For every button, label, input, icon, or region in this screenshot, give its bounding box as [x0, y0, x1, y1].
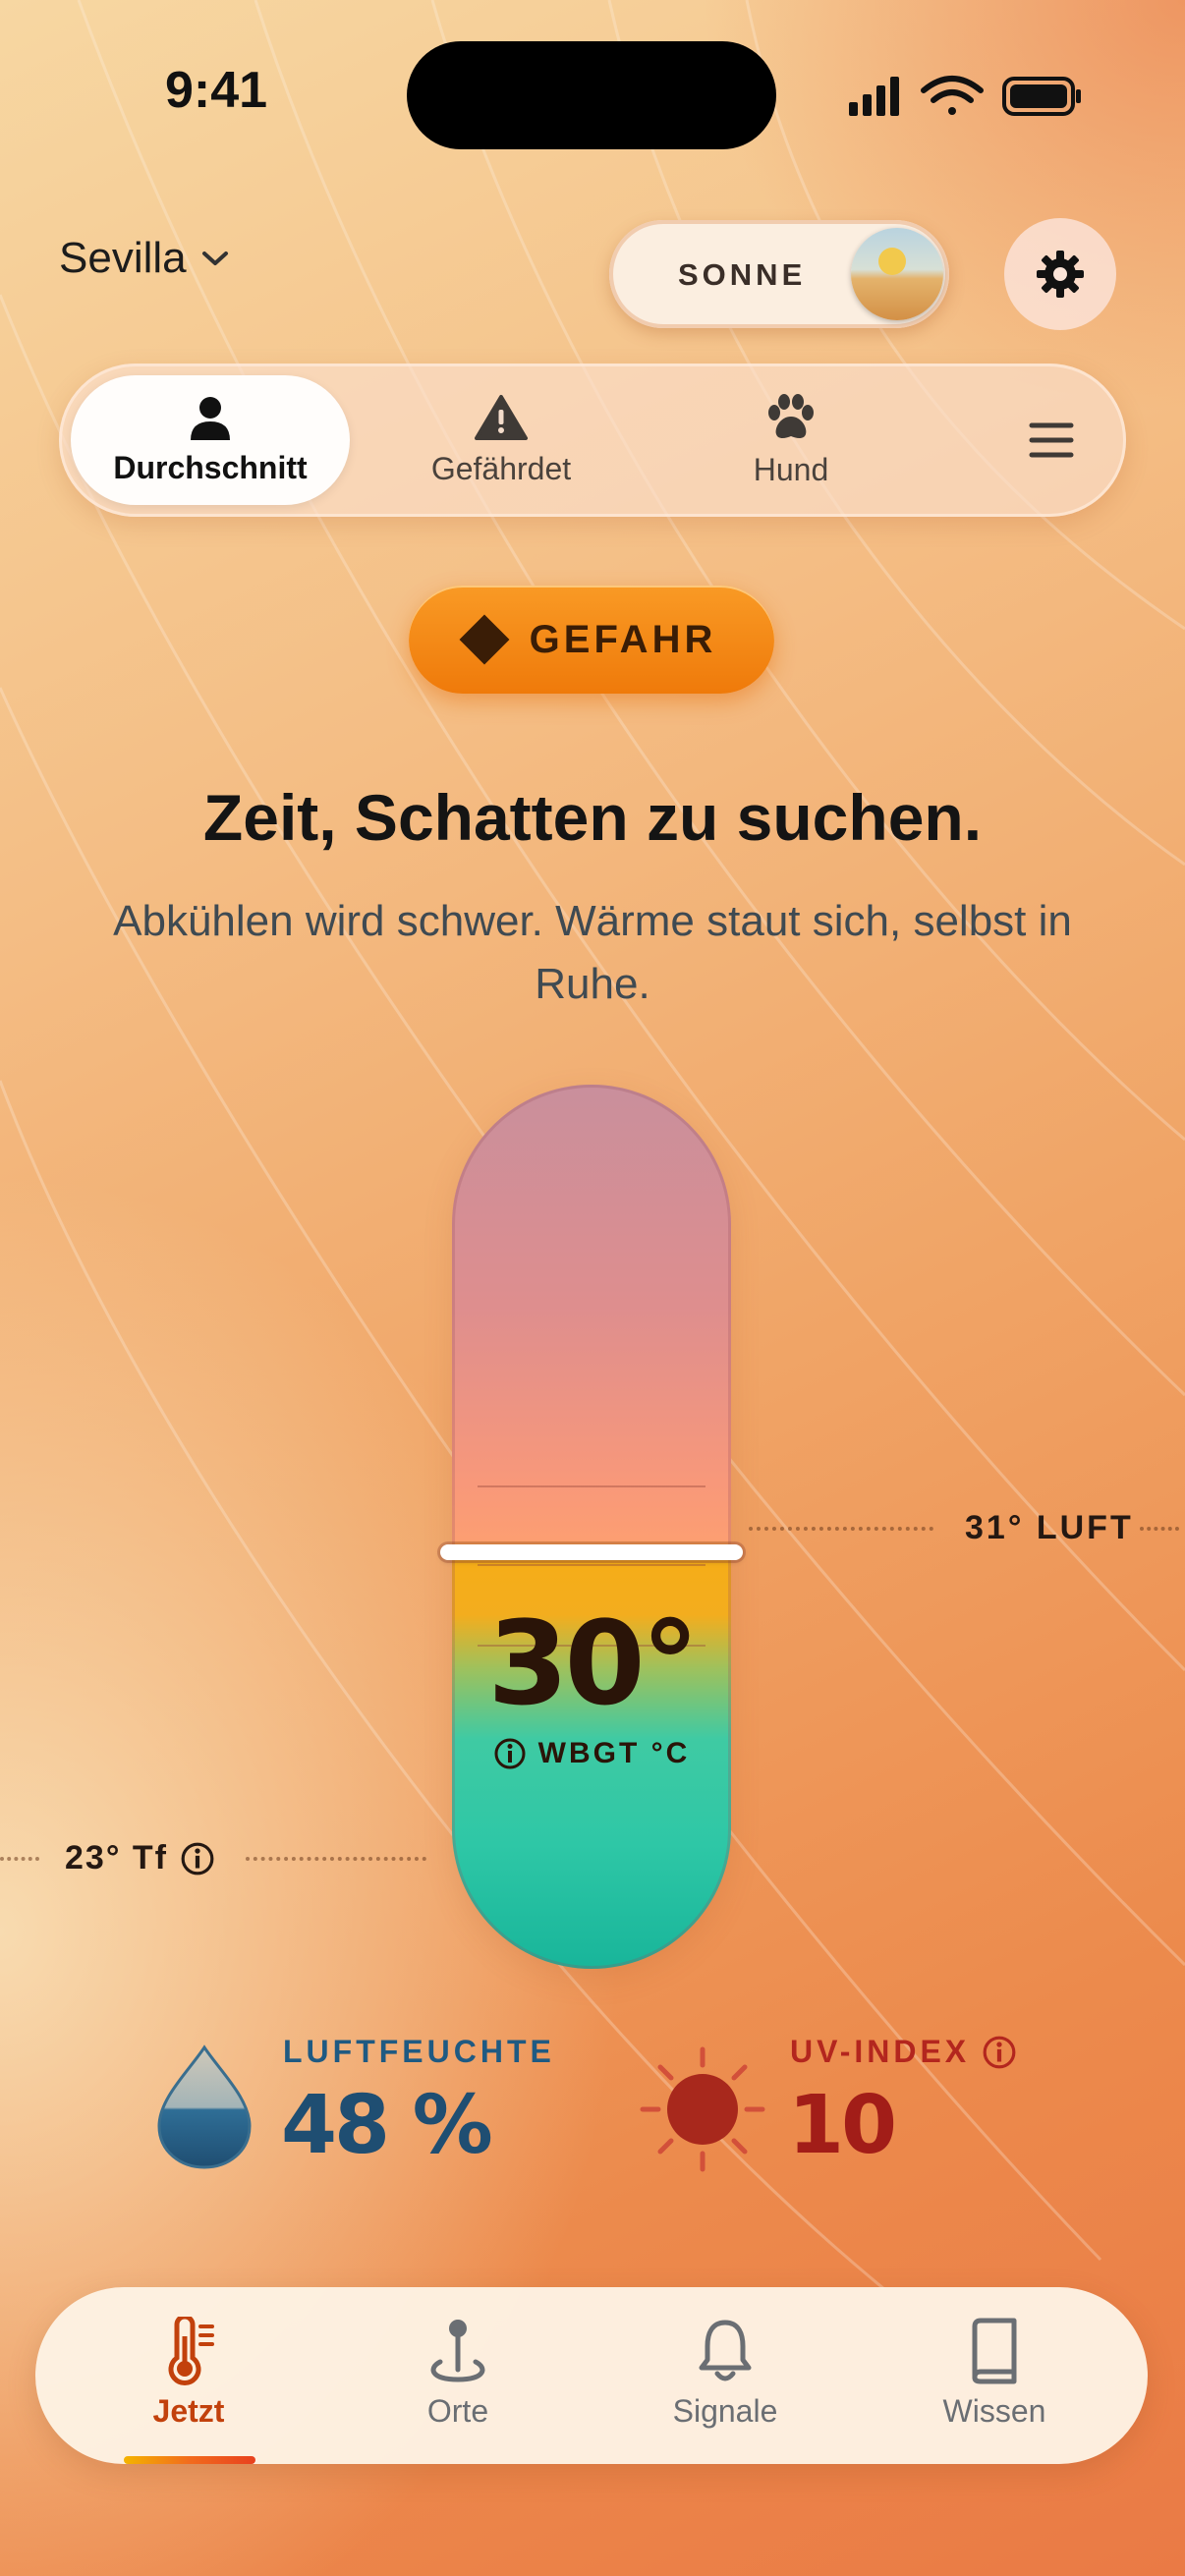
thermometer-icon [168, 2317, 214, 2385]
dewpoint-value: 23° Tf [65, 1839, 168, 1876]
wbgt-thermometer [452, 1085, 731, 1969]
location-name: Sevilla [59, 234, 187, 282]
uv-index-label: UV-INDEX [790, 2034, 971, 2069]
risk-description: Abkühlen wird schwer. Wärme staut sich, … [113, 897, 1072, 1008]
nav-orte[interactable]: Orte [360, 2317, 556, 2435]
chevron-down-icon [201, 252, 228, 265]
warning-icon [475, 394, 528, 440]
location-selector[interactable]: Sevilla [59, 234, 230, 283]
dewpoint-leader [246, 1857, 426, 1861]
nav-label: Signale [672, 2393, 778, 2429]
signal-icon [849, 77, 899, 116]
wbgt-unit-label: WBGT °C [537, 1737, 691, 1769]
uv-index-value: 10 [788, 2079, 897, 2172]
status-time: 9:41 [165, 62, 268, 119]
air-temp-leader [749, 1527, 933, 1531]
air-temperature-label: 31° LUFT [965, 1509, 1134, 1546]
battery-icon [1002, 77, 1081, 116]
dewpoint-leader-start [0, 1857, 39, 1861]
thermometer-level-marker [440, 1544, 743, 1560]
book-icon [972, 2318, 1017, 2384]
dewpoint-label[interactable]: 23° Tf [65, 1839, 215, 1877]
sun-mode-label: SONNE [678, 257, 807, 292]
wifi-icon [921, 76, 984, 115]
tab-gefaehrdet[interactable]: Gefährdet [393, 375, 609, 505]
tab-durchschnitt[interactable]: Durchschnitt [71, 375, 350, 505]
status-icons [849, 76, 1081, 116]
settings-button[interactable] [1004, 218, 1116, 330]
tab-hund[interactable]: Hund [688, 375, 894, 505]
sun-landscape-icon [851, 228, 943, 320]
nav-label: Orte [426, 2393, 489, 2429]
uv-index-info[interactable]: UV-INDEX [790, 2034, 1017, 2070]
risk-level-badge: GEFAHR [409, 586, 774, 694]
wbgt-unit-info[interactable]: WBGT °C [452, 1737, 731, 1770]
tab-label: Gefährdet [430, 450, 572, 486]
uv-sun-icon [640, 2046, 765, 2172]
bell-icon [699, 2320, 752, 2381]
diamond-icon [459, 614, 510, 665]
person-icon [191, 396, 230, 440]
nav-label: Jetzt [152, 2393, 225, 2429]
thermometer-tick [478, 1485, 705, 1487]
hamburger-menu-icon [1029, 422, 1074, 458]
nav-jetzt[interactable]: Jetzt [90, 2317, 287, 2435]
nav-wissen[interactable]: Wissen [896, 2317, 1093, 2435]
risk-headline: Zeit, Schatten zu suchen. [202, 781, 983, 854]
info-icon [983, 2036, 1016, 2068]
active-tab-indicator [124, 2456, 255, 2464]
dynamic-island [407, 41, 776, 149]
tab-label: Durchschnitt [113, 449, 308, 485]
tab-label: Hund [753, 451, 829, 487]
info-icon [494, 1738, 526, 1769]
wbgt-value: 30° [487, 1596, 699, 1731]
humidity-drop-icon [157, 2044, 252, 2169]
risk-level-label: GEFAHR [529, 617, 717, 661]
humidity-value: 48 % [281, 2079, 493, 2172]
info-icon [181, 1842, 214, 1875]
nav-signale[interactable]: Signale [627, 2317, 823, 2435]
nav-label: Wissen [942, 2393, 1046, 2429]
map-pin-icon [430, 2320, 485, 2382]
humidity-label: LUFTFEUCHTE [283, 2034, 555, 2069]
menu-button[interactable] [992, 375, 1110, 505]
gear-icon [1037, 251, 1084, 298]
thermometer-tick [478, 1564, 705, 1566]
air-temp-leader-end [1140, 1527, 1179, 1531]
paw-icon [768, 393, 814, 438]
